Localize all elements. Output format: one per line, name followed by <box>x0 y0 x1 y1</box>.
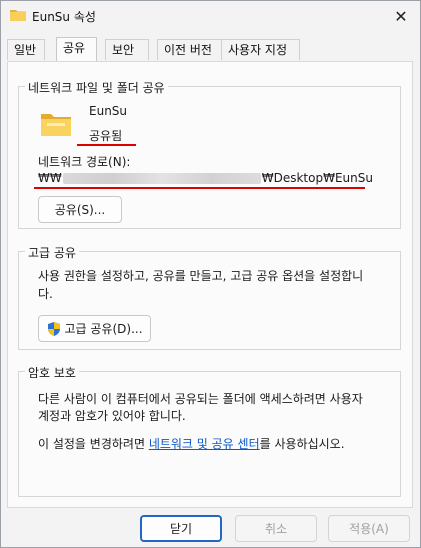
annotation-underline <box>77 144 136 146</box>
path-suffix: ₩Desktop₩EunSu <box>261 171 373 185</box>
properties-window: EunSu 속성 ✕ 일반 공유 보안 이전 버전 사용자 지정 네트워크 파일… <box>0 0 421 548</box>
tab-customize[interactable]: 사용자 지정 <box>221 39 300 60</box>
password-protection-group: 암호 보호 다른 사람이 이 컴퓨터에서 공유되는 폴더에 액세스하려면 사용자… <box>18 364 401 497</box>
advanced-sharing-group: 고급 공유 사용 권한을 설정하고, 공유를 만들고, 고급 공유 옵션을 설정… <box>18 244 401 350</box>
network-sharing-group: 네트워크 파일 및 폴더 공유 EunSu 공유됨 네트워크 경로(N): ₩₩… <box>18 79 401 229</box>
group-title: 암호 보호 <box>25 364 79 381</box>
network-path-label: 네트워크 경로(N): <box>38 155 131 169</box>
folder-icon <box>10 10 26 21</box>
folder-name: EunSu <box>89 104 128 118</box>
group-title: 고급 공유 <box>25 244 79 261</box>
tab-previous-versions[interactable]: 이전 버전 <box>157 39 224 60</box>
uac-shield-icon <box>48 321 61 336</box>
advanced-sharing-button[interactable]: 고급 공유(D)... <box>38 315 151 342</box>
folder-icon <box>41 114 71 136</box>
title-bar[interactable]: EunSu 속성 ✕ <box>1 1 420 31</box>
advanced-sharing-description-cont: 다. <box>38 287 53 301</box>
network-path[interactable]: ₩₩ ₩Desktop₩EunSu <box>38 171 373 185</box>
cancel-button[interactable]: 취소 <box>235 515 317 542</box>
annotation-underline <box>34 187 365 189</box>
advanced-sharing-button-label: 고급 공유(D)... <box>64 322 143 336</box>
network-sharing-center-link[interactable]: 네트워크 및 공유 센터 <box>149 437 260 451</box>
tab-sharing[interactable]: 공유 <box>56 37 97 61</box>
hint-after: 를 사용하십시오. <box>259 437 345 451</box>
tab-security[interactable]: 보안 <box>105 39 149 60</box>
close-icon: ✕ <box>394 6 408 26</box>
hint-before: 이 설정을 변경하려면 <box>38 437 149 451</box>
group-title: 네트워크 파일 및 폴더 공유 <box>25 79 168 96</box>
apply-button[interactable]: 적용(A) <box>328 515 410 542</box>
close-button[interactable]: ✕ <box>390 5 412 27</box>
advanced-sharing-description: 사용 권한을 설정하고, 공유를 만들고, 고급 공유 옵션을 설정합니 <box>38 269 364 283</box>
window-title: EunSu 속성 <box>32 10 96 24</box>
sharing-tab-panel: 네트워크 파일 및 폴더 공유 EunSu 공유됨 네트워크 경로(N): ₩₩… <box>7 61 413 508</box>
share-button[interactable]: 공유(S)... <box>38 196 122 223</box>
password-protection-hint: 이 설정을 변경하려면 네트워크 및 공유 센터를 사용하십시오. <box>38 435 345 452</box>
password-protection-text-cont: 계정과 암호가 있어야 합니다. <box>38 409 186 423</box>
close-dialog-button[interactable]: 닫기 <box>140 515 222 542</box>
path-prefix: ₩₩ <box>38 171 62 185</box>
password-protection-text: 다른 사람이 이 컴퓨터에서 공유되는 폴더에 액세스하려면 사용자 <box>38 392 363 406</box>
redacted-path <box>62 173 261 184</box>
share-status: 공유됨 <box>89 129 123 143</box>
tab-general[interactable]: 일반 <box>7 39 45 60</box>
